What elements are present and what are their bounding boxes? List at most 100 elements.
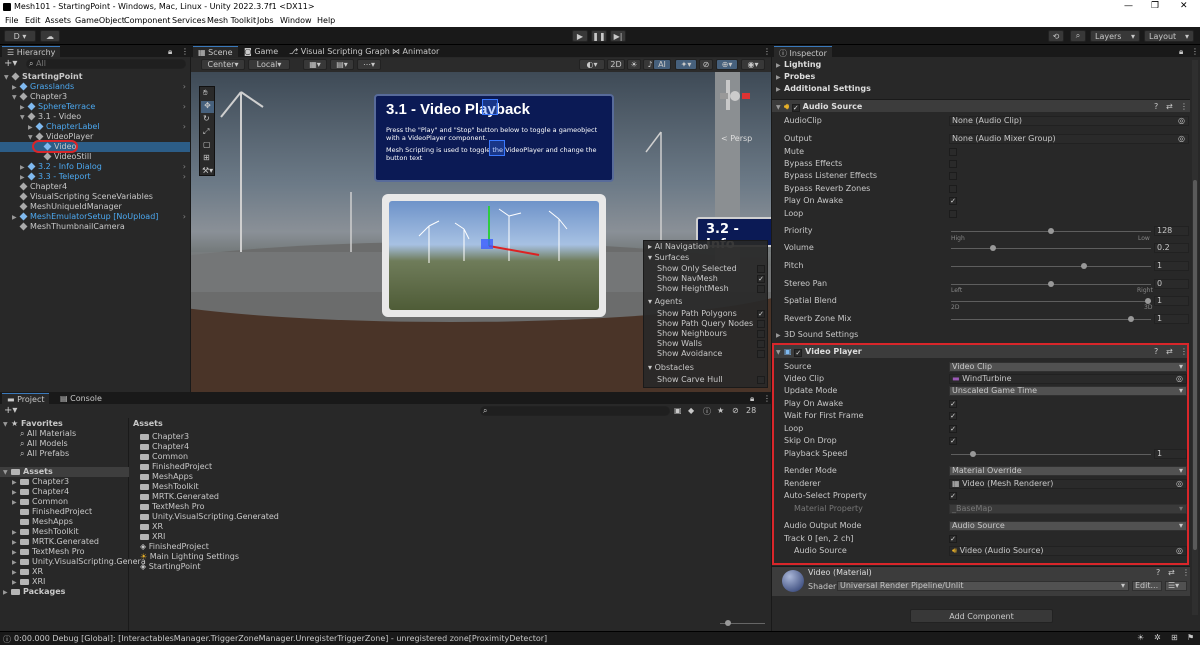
video-player-header[interactable]: ▼ ▣ ✓ Video Player ? ⇄ ⋮ — [774, 345, 1188, 358]
hierarchy-item[interactable]: ▶ 3.2 - Info Dialog › — [0, 162, 190, 172]
layers-dropdown[interactable]: Layers ▾ — [1090, 30, 1140, 42]
hierarchy-item[interactable]: ▶ 3.3 - Teleport › — [0, 172, 190, 182]
lock-icon[interactable]: 🔒︎ — [750, 394, 754, 404]
maximize-icon[interactable]: ❐ — [1151, 1, 1159, 11]
pause-button[interactable]: ❚❚ — [591, 30, 607, 42]
bypass-effects-checkbox[interactable] — [949, 160, 957, 168]
asset-item[interactable]: ◈ FinishedProject — [140, 542, 209, 552]
search-icon[interactable]: ⌕ — [1070, 30, 1086, 42]
menu-dots-icon[interactable]: ⋮ — [1180, 102, 1188, 111]
expand-arrow-icon[interactable]: ▶ — [12, 579, 18, 586]
hierarchy-item[interactable]: VisualScripting SceneVariables — [0, 192, 190, 202]
priority-slider[interactable] — [951, 228, 1151, 234]
scene-orientation-gizmo[interactable] — [716, 77, 756, 117]
help-icon[interactable]: ? — [1154, 347, 1158, 356]
history-icon[interactable]: ⟲ — [1048, 30, 1064, 42]
play-button[interactable]: ▶ — [572, 30, 588, 42]
assets-tree-item[interactable]: ▶ Unity.VisualScripting.Genera — [12, 557, 146, 567]
menu-window[interactable]: Window — [280, 16, 312, 25]
expand-arrow-icon[interactable]: ▼ — [20, 114, 26, 121]
spatial-blend-value[interactable]: 1 — [1154, 296, 1189, 306]
stereo-pan-value[interactable]: 0 — [1154, 279, 1189, 289]
object-picker-icon[interactable]: ◎ — [1176, 547, 1183, 555]
minimize-icon[interactable]: — — [1124, 1, 1133, 11]
object-picker-icon[interactable]: ◎ — [1176, 375, 1183, 383]
object-picker-icon[interactable]: ◎ — [1178, 117, 1185, 125]
preset-icon[interactable]: ⇄ — [1168, 568, 1175, 577]
show-path-polygons-checkbox[interactable]: ✓ — [757, 310, 765, 318]
tab-project[interactable]: ▬ Project — [2, 393, 50, 404]
lighting-toggle-icon[interactable]: ☀ — [627, 59, 641, 70]
hand-tool-icon[interactable]: ✋︎ — [203, 88, 208, 98]
asset-item[interactable]: Common — [140, 452, 188, 462]
info-icon[interactable]: ⓘ — [703, 406, 711, 417]
chevron-right-icon[interactable]: › — [183, 102, 186, 111]
priority-value[interactable]: 128 — [1154, 226, 1189, 236]
preset-icon[interactable]: ⇄ — [1166, 102, 1173, 111]
favorites-header[interactable]: ▼ ★ Favorites — [3, 419, 63, 429]
assets-tree-item[interactable]: FinishedProject — [12, 507, 92, 517]
show-only-selected-checkbox[interactable] — [757, 265, 765, 273]
tab-console[interactable]: ▤ Console — [55, 393, 107, 404]
hierarchy-item[interactable]: ▼ 3.1 - Video — [0, 112, 190, 122]
playback-speed-slider[interactable] — [951, 451, 1151, 457]
bypass-listener-checkbox[interactable] — [949, 172, 957, 180]
audio-output-mode-dropdown[interactable]: Audio Source ▾ — [949, 521, 1187, 531]
asset-item[interactable]: MRTK.Generated — [140, 492, 219, 502]
3d-sound-settings[interactable]: ▶ 3D Sound Settings — [776, 330, 858, 339]
help-icon[interactable]: ? — [1156, 568, 1160, 577]
star-icon[interactable]: ★ — [717, 406, 724, 415]
expand-arrow-icon[interactable]: ▶ — [12, 489, 18, 496]
notifications-icon[interactable]: ⚑ — [1187, 633, 1194, 642]
show-avoidance-checkbox[interactable] — [757, 350, 765, 358]
show-neighbours-checkbox[interactable] — [757, 330, 765, 338]
lighting-section[interactable]: ▶ Lighting — [776, 60, 821, 69]
hierarchy-item[interactable]: MeshUniqueIdManager — [0, 202, 190, 212]
step-button[interactable]: ▶| — [610, 30, 626, 42]
ai-nav-obstacles[interactable]: ▾ Obstacles — [648, 363, 694, 372]
hierarchy-item[interactable]: ▶ ChapterLabel › — [0, 122, 190, 132]
hierarchy-item[interactable]: ▼ VideoPlayer — [0, 132, 190, 142]
expand-arrow-icon[interactable]: ▼ — [28, 134, 34, 141]
tab-game[interactable]: ◙ Game — [239, 46, 283, 57]
inspector-scrollbar[interactable] — [1192, 60, 1198, 615]
assets-tree-item[interactable]: ▶ XR — [12, 567, 43, 577]
menu-dots-icon[interactable]: ⋮ — [1191, 47, 1199, 56]
expand-arrow-icon[interactable]: ▶ — [12, 569, 18, 576]
additional-settings-section[interactable]: ▶ Additional Settings — [776, 84, 871, 93]
grid-button[interactable]: ▤▾ — [330, 59, 354, 70]
tab-visual-scripting-graph[interactable]: ⎇ Visual Scripting Graph — [284, 46, 395, 57]
rotate-tool-icon[interactable]: ↻ — [203, 114, 210, 123]
video-player-enabled-checkbox[interactable]: ✓ — [794, 349, 803, 357]
lighting-status-icon[interactable]: ☀ — [1137, 633, 1144, 642]
menu-mesh-toolkit[interactable]: Mesh Toolkit — [207, 16, 256, 25]
pitch-value[interactable]: 1 — [1154, 261, 1189, 271]
asset-item[interactable]: Unity.VisualScripting.Generated — [140, 512, 279, 522]
menu-edit[interactable]: Edit — [25, 16, 41, 25]
asset-item[interactable]: Chapter3 — [140, 432, 189, 442]
video-play-on-awake-checkbox[interactable]: ✓ — [949, 400, 957, 408]
asset-item[interactable]: XRI — [140, 532, 165, 542]
video-loop-checkbox[interactable]: ✓ — [949, 425, 957, 433]
persp-label[interactable]: < Persp — [721, 134, 752, 143]
tab-animator[interactable]: ⋈ Animator — [387, 46, 444, 57]
reverb-zone-mix-slider[interactable] — [951, 316, 1151, 322]
audio-loop-checkbox[interactable] — [949, 210, 957, 218]
transform-handle-icon[interactable] — [482, 99, 498, 115]
rect-tool-icon[interactable]: ▢ — [203, 140, 211, 149]
draw-mode-button[interactable]: ◐▾ — [579, 59, 605, 70]
menu-services[interactable]: Services — [172, 16, 206, 25]
scale-tool-icon[interactable]: ⤢ — [203, 127, 209, 137]
object-picker-icon[interactable]: ◎ — [1178, 135, 1185, 143]
custom-tool-icon[interactable]: ⚒▾ — [202, 166, 213, 175]
audioclip-field[interactable]: None (Audio Clip) ◎ — [949, 116, 1189, 126]
tab-hierarchy[interactable]: ☰ Hierarchy — [2, 46, 61, 57]
hierarchy-item[interactable]: ▼ StartingPoint — [0, 72, 190, 82]
audio-play-on-awake-checkbox[interactable]: ✓ — [949, 197, 957, 205]
ai-nav-surfaces[interactable]: ▾ Surfaces — [648, 253, 689, 262]
playback-speed-value[interactable]: 1 — [1154, 449, 1187, 459]
expand-arrow-icon[interactable]: ▼ — [12, 94, 18, 101]
menu-component[interactable]: Component — [124, 16, 170, 25]
video-audio-source-field[interactable]: 🔊︎ Video (Audio Source) ◎ — [949, 546, 1187, 556]
slider-knob[interactable] — [1080, 263, 1087, 269]
